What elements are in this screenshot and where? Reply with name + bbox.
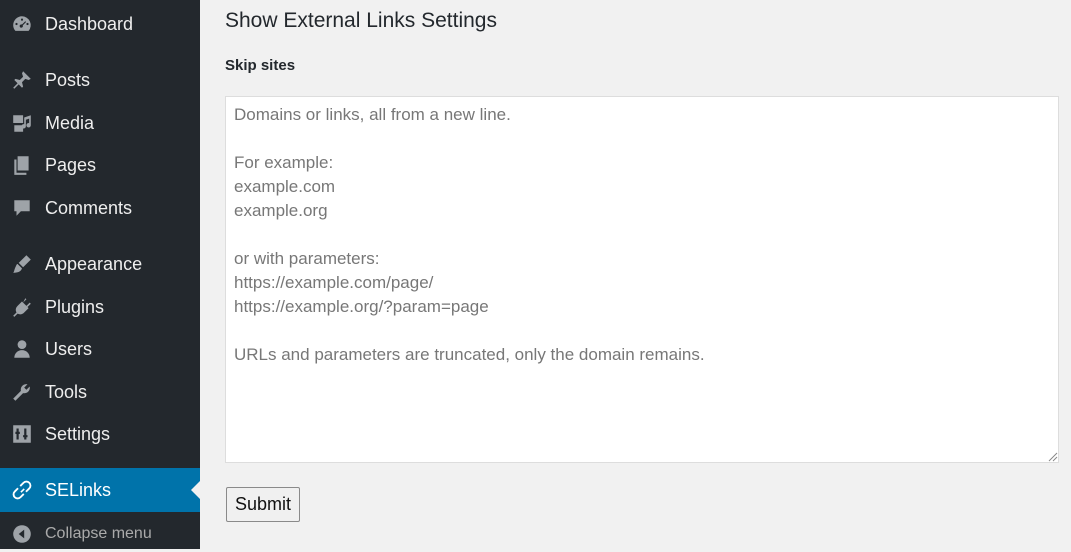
sidebar-item-settings[interactable]: Settings [0,416,200,452]
sidebar-item-pages[interactable]: Pages [0,147,200,183]
sidebar-item-label: Comments [45,197,133,218]
plug-icon [10,295,34,319]
sidebar-item-selinks[interactable]: SELinks [0,468,200,512]
skip-sites-label: Skip sites [225,57,296,74]
collapse-arrow-icon [10,522,34,546]
sidebar-item-label: Users [45,338,93,359]
sidebar-item-label: SELinks [45,479,112,500]
sidebar-item-appearance[interactable]: Appearance [0,246,200,282]
sliders-icon [10,422,34,446]
sidebar-item-label: Posts [45,69,91,90]
pin-icon [10,68,34,92]
user-icon [10,337,34,361]
sidebar-item-media[interactable]: Media [0,105,200,141]
dashboard-icon [10,12,34,36]
collapse-menu-button[interactable]: Collapse menu [0,516,200,552]
sidebar-item-label: Dashboard [45,13,134,34]
page-title: Show External Links Settings [225,9,497,32]
brush-icon [10,252,34,276]
resize-grip-icon[interactable] [1046,450,1058,462]
sidebar-item-comments[interactable]: Comments [0,190,200,226]
sidebar-item-label: Plugins [45,296,105,317]
link-icon [10,478,34,502]
admin-sidebar: Dashboard Posts Media Pages Comments App… [0,0,200,549]
sidebar-item-users[interactable]: Users [0,331,200,367]
sidebar-item-label: Pages [45,154,97,175]
wrench-icon [10,380,34,404]
collapse-menu-label: Collapse menu [45,525,152,542]
sidebar-item-label: Tools [45,381,88,402]
sidebar-item-label: Settings [45,423,111,444]
sidebar-item-plugins[interactable]: Plugins [0,289,200,325]
submit-button[interactable]: Submit [226,487,301,522]
comment-icon [10,196,34,220]
sidebar-item-label: Appearance [45,253,143,274]
sidebar-item-tools[interactable]: Tools [0,374,200,410]
sidebar-item-label: Media [45,112,95,133]
skip-sites-textarea[interactable] [225,96,1059,463]
sidebar-item-posts[interactable]: Posts [0,62,200,98]
sidebar-item-dashboard[interactable]: Dashboard [0,6,200,42]
pages-icon [10,153,34,177]
media-icon [10,111,34,135]
